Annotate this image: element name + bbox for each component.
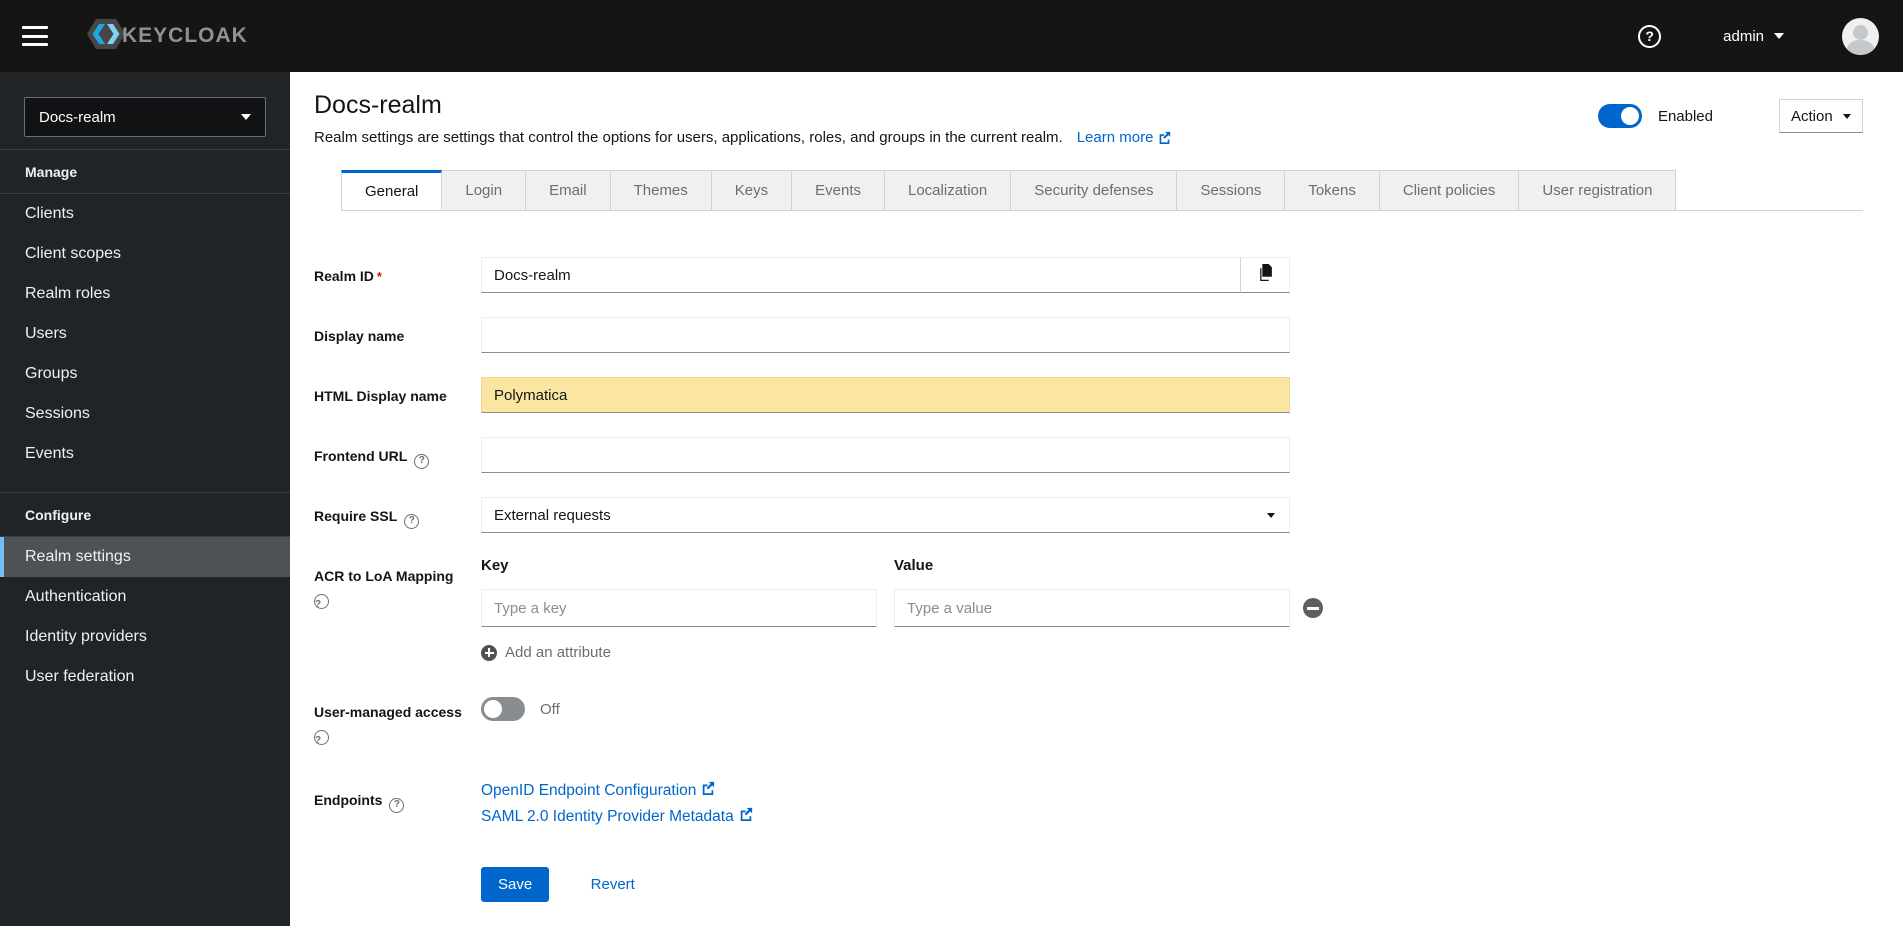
page-description: Realm settings are settings that control… — [314, 129, 1171, 148]
tab-themes[interactable]: Themes — [610, 170, 712, 210]
copy-icon — [1257, 264, 1274, 286]
endpoints-label: Endpoints? — [314, 781, 481, 833]
display-name-input[interactable] — [481, 317, 1290, 353]
remove-attribute-button[interactable] — [1303, 598, 1323, 618]
saml-metadata-link[interactable]: SAML 2.0 Identity Provider Metadata — [481, 807, 1290, 826]
tab-localization[interactable]: Localization — [885, 170, 1012, 210]
chevron-down-icon — [1843, 113, 1851, 119]
add-attribute-button[interactable]: Add an attribute — [481, 644, 1341, 661]
sidebar-item-client-scopes[interactable]: Client scopes — [0, 234, 290, 274]
chevron-down-icon — [1267, 513, 1275, 518]
frontend-url-label: Frontend URL? — [314, 437, 481, 473]
plus-circle-icon — [481, 644, 497, 661]
sidebar-item-authentication[interactable]: Authentication — [0, 577, 290, 617]
learn-more-link[interactable]: Learn more — [1077, 129, 1172, 146]
enabled-toggle[interactable] — [1597, 104, 1642, 128]
tab-tokens[interactable]: Tokens — [1285, 170, 1380, 210]
external-link-icon — [1158, 131, 1171, 148]
page-header: Docs-realm Realm settings are settings t… — [290, 72, 1903, 154]
tab-events[interactable]: Events — [792, 170, 885, 210]
tab-security-defenses[interactable]: Security defenses — [1011, 170, 1178, 210]
avatar[interactable] — [1842, 17, 1879, 55]
acr-loa-label: ACR to LoA Mapping ? — [314, 568, 454, 610]
main-content: Docs-realm Realm settings are settings t… — [290, 72, 1903, 926]
tab-sessions[interactable]: Sessions — [1177, 170, 1286, 210]
require-ssl-select[interactable]: External requests — [481, 497, 1290, 533]
tab-email[interactable]: Email — [526, 170, 611, 210]
sidebar-item-events[interactable]: Events — [0, 434, 290, 474]
sidebar-item-identity-providers[interactable]: Identity providers — [0, 617, 290, 657]
acr-value-input[interactable] — [894, 589, 1290, 627]
sidebar: Docs-realm Manage Clients Client scopes … — [0, 72, 290, 926]
sidebar-item-realm-roles[interactable]: Realm roles — [0, 274, 290, 314]
help-icon[interactable]: ? — [1638, 24, 1662, 48]
uma-toggle[interactable] — [481, 697, 525, 721]
realm-settings-form: Realm ID * Docs-realm Display name HTML … — [290, 211, 1903, 902]
sidebar-item-clients[interactable]: Clients — [0, 194, 290, 234]
html-display-name-label: HTML Display name — [314, 388, 447, 404]
tab-bar: General Login Email Themes Keys Events L… — [341, 170, 1863, 211]
help-icon[interactable]: ? — [389, 797, 405, 813]
sidebar-item-groups[interactable]: Groups — [0, 354, 290, 394]
html-display-name-input[interactable] — [481, 377, 1290, 413]
help-icon[interactable]: ? — [414, 453, 430, 469]
tab-general[interactable]: General — [341, 170, 443, 210]
acr-key-header: Key — [481, 557, 509, 574]
nav-section-manage: Manage — [0, 149, 290, 194]
nav-section-configure: Configure — [0, 492, 290, 537]
sidebar-item-user-federation[interactable]: User federation — [0, 657, 290, 697]
frontend-url-input[interactable] — [481, 437, 1290, 473]
required-asterisk: * — [376, 269, 382, 284]
realm-id-label: Realm ID * — [314, 268, 382, 284]
save-button[interactable]: Save — [481, 867, 550, 902]
uma-state-label: Off — [540, 700, 560, 718]
external-link-icon — [739, 807, 753, 826]
tab-user-registration[interactable]: User registration — [1519, 170, 1677, 210]
masthead: KEYCLOAK ? admin — [0, 0, 1903, 72]
tab-client-policies[interactable]: Client policies — [1379, 170, 1520, 210]
sidebar-item-realm-settings[interactable]: Realm settings — [0, 537, 290, 577]
brand-text: KEYCLOAK — [122, 24, 248, 47]
realm-selector-dropdown[interactable]: Docs-realm — [24, 97, 266, 137]
action-dropdown[interactable]: Action — [1779, 99, 1863, 133]
hamburger-menu-icon[interactable] — [22, 26, 48, 46]
display-name-label: Display name — [314, 328, 405, 344]
help-icon[interactable]: ? — [404, 513, 420, 529]
enabled-label: Enabled — [1657, 107, 1713, 125]
sidebar-item-users[interactable]: Users — [0, 314, 290, 354]
revert-button[interactable]: Revert — [591, 876, 635, 893]
uma-label: User-managed access ? — [314, 704, 462, 746]
tab-login[interactable]: Login — [442, 170, 527, 210]
help-icon[interactable]: ? — [314, 730, 329, 746]
openid-endpoint-link[interactable]: OpenID Endpoint Configuration — [481, 781, 1290, 800]
copy-button[interactable] — [1240, 257, 1290, 293]
user-menu[interactable]: admin — [1723, 28, 1784, 45]
help-icon[interactable]: ? — [314, 594, 329, 610]
page-title: Docs-realm — [314, 91, 442, 119]
chevron-down-icon — [241, 114, 251, 120]
realm-selector-label: Docs-realm — [39, 108, 116, 126]
realm-id-input[interactable] — [481, 257, 1240, 293]
external-link-icon — [701, 781, 715, 800]
user-name: admin — [1723, 27, 1764, 45]
require-ssl-label: Require SSL? — [314, 497, 481, 533]
tab-keys[interactable]: Keys — [711, 170, 793, 210]
keycloak-logo: KEYCLOAK — [84, 12, 248, 61]
acr-key-input[interactable] — [481, 589, 877, 627]
chevron-down-icon — [1774, 33, 1784, 39]
sidebar-item-sessions[interactable]: Sessions — [0, 394, 290, 434]
acr-value-header: Value — [894, 557, 934, 574]
